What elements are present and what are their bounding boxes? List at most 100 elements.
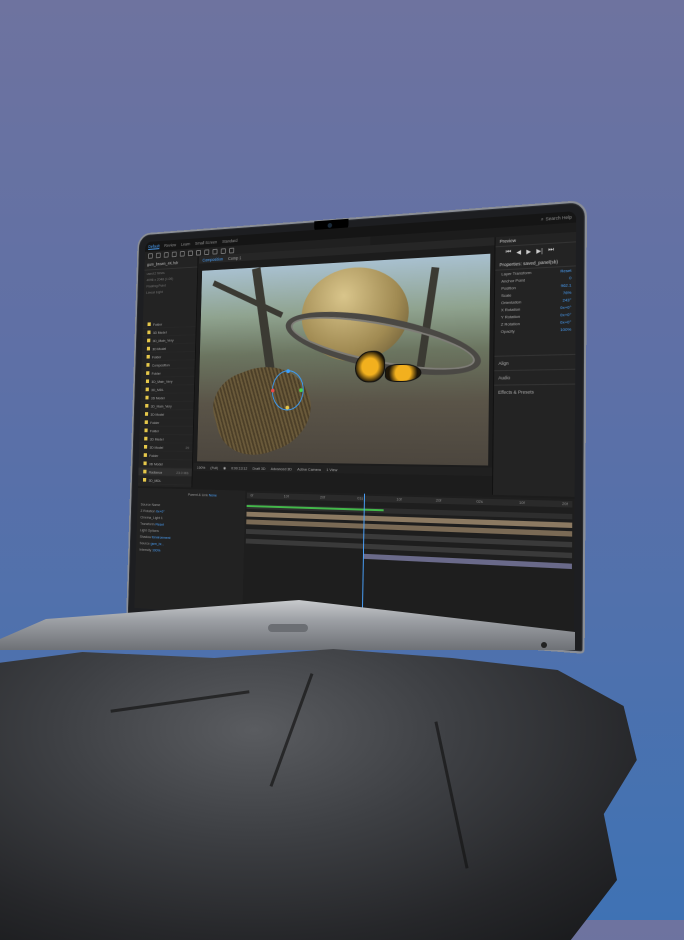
project-item-name: Composition	[152, 362, 170, 367]
brush-tool-icon[interactable]	[221, 248, 226, 254]
project-item[interactable]: Folder	[140, 418, 193, 426]
home-icon[interactable]	[148, 253, 153, 259]
zoom-level[interactable]: 100%	[197, 465, 206, 470]
search-help[interactable]: ⌕ Search Help	[541, 214, 572, 221]
rock-pedestal	[0, 640, 650, 940]
item-color-icon	[144, 453, 147, 457]
ruler-tick-label: 20f	[562, 501, 568, 508]
renderer-select[interactable]: Advanced 3D	[271, 466, 292, 471]
zoom-tool-icon[interactable]	[172, 251, 177, 257]
first-frame-icon[interactable]: ⏮	[506, 249, 512, 256]
text-tool-icon[interactable]	[212, 248, 217, 254]
vase-3d-model[interactable]	[206, 352, 320, 465]
webcam-icon	[328, 223, 333, 228]
project-item-name: 3D_Main_Very	[151, 379, 172, 384]
timeline-property-value[interactable]: Environment	[152, 535, 170, 540]
properties-panel: Preview ⏮ ◀ ▶ ▶| ⏭ Properties: saved_pan…	[492, 232, 576, 497]
selection-tool-icon[interactable]	[156, 252, 161, 258]
item-color-icon	[146, 379, 149, 383]
item-color-icon	[144, 429, 147, 433]
effects-presets-section[interactable]: Effects & Presets	[494, 384, 575, 400]
property-list: Anchor Point0Position962.1Scale76%Orient…	[495, 274, 576, 335]
project-item-size: 29	[185, 445, 189, 450]
item-color-icon	[145, 412, 148, 416]
butterfly-wing	[385, 364, 422, 383]
views-select[interactable]: 1 View	[326, 467, 337, 472]
puppet-tool-icon[interactable]	[229, 247, 234, 253]
rectangle-tool-icon[interactable]	[196, 249, 201, 255]
play-icon[interactable]: ▶	[526, 248, 531, 255]
pan-tool-icon[interactable]	[188, 250, 193, 256]
app-window: Default Review Learn Small Screen Standa…	[134, 211, 576, 640]
workspace-tab-review[interactable]: Review	[164, 243, 176, 248]
property-name: Scale	[501, 292, 511, 298]
ruler-tick-label: 01s	[357, 495, 363, 501]
property-name: Position	[501, 285, 516, 291]
orbit-tool-icon[interactable]	[180, 251, 185, 257]
property-value[interactable]: 0x+0°	[560, 304, 571, 310]
property-name: Y Rotation	[501, 314, 520, 320]
property-name: X Rotation	[501, 306, 520, 312]
property-value[interactable]: 0	[569, 275, 571, 280]
property-value[interactable]: 962.1	[561, 282, 572, 288]
align-section[interactable]: Align	[494, 354, 575, 370]
camera-select[interactable]: Active Camera	[297, 466, 321, 471]
playhead[interactable]	[362, 494, 365, 625]
timeline-property-name: Intensity	[139, 547, 151, 552]
draft-3d-toggle[interactable]: Draft 3D	[252, 465, 265, 470]
workspace-tab-small-screen[interactable]: Small Screen	[195, 240, 217, 246]
workspace-tab-standard[interactable]: Standard	[222, 238, 237, 244]
gizmo-handle[interactable]	[299, 388, 303, 392]
rock-crack	[270, 673, 314, 787]
snapshot-icon[interactable]: ◉	[223, 465, 226, 470]
ruler-tick-label: 10f	[284, 494, 289, 500]
project-item-list: Folder3D Model3D_Main_Very3D ModelFolder…	[138, 319, 196, 486]
property-value[interactable]: 76%	[563, 290, 572, 296]
tab-composition[interactable]: Composition	[202, 256, 223, 262]
item-color-icon	[144, 445, 147, 449]
property-value[interactable]: 0x+0°	[560, 312, 571, 318]
item-color-icon	[144, 437, 147, 441]
workspace-tab-default[interactable]: Default	[148, 243, 159, 249]
property-value[interactable]: 243°	[562, 297, 571, 303]
search-help-label[interactable]: Search Help	[546, 214, 572, 221]
timeline-property-value[interactable]: 0x+0°	[156, 509, 165, 514]
project-item[interactable]: 3D Model	[140, 410, 193, 418]
parent-select[interactable]: None	[209, 493, 217, 498]
property-value[interactable]: 0x+0°	[560, 319, 571, 325]
timeline-property-value[interactable]: Reset	[155, 522, 164, 527]
hand-tool-icon[interactable]	[164, 252, 169, 258]
item-color-icon	[143, 470, 146, 474]
item-color-icon	[147, 355, 150, 359]
timeline-property-value[interactable]: gum_br...	[151, 541, 165, 546]
reset-button[interactable]: Reset	[560, 268, 571, 274]
project-item-name: Radiance	[149, 469, 163, 474]
project-item[interactable]: Folder	[140, 427, 193, 435]
project-item[interactable]: 3D_Main_Very	[140, 402, 193, 411]
audio-section[interactable]: Audio	[494, 369, 575, 385]
ruler-tick-label: 0f	[250, 493, 253, 499]
resolution-select[interactable]: (Full)	[210, 465, 218, 470]
project-item-name: 3D Model	[149, 461, 163, 466]
workspace-tab-learn[interactable]: Learn	[181, 242, 190, 247]
gizmo-handle[interactable]	[286, 406, 290, 410]
project-item-name: 3D Model	[152, 346, 166, 351]
property-value[interactable]: 100%	[560, 327, 571, 333]
tab-comp-1[interactable]: Comp 1	[228, 255, 241, 260]
pen-tool-icon[interactable]	[204, 249, 209, 255]
current-timecode[interactable]: 0:00:13:12	[231, 465, 247, 470]
parent-link-label: Parent & Link None	[185, 491, 221, 499]
butterfly-model[interactable]	[355, 349, 422, 396]
timeline-property-value[interactable]: 100%	[152, 548, 160, 553]
gizmo-handle[interactable]	[286, 369, 290, 373]
property-row[interactable]: Opacity100%	[495, 325, 576, 335]
prev-frame-icon[interactable]: ◀	[516, 249, 521, 256]
project-item-name: Folder	[152, 371, 161, 376]
next-frame-icon[interactable]: ▶|	[536, 247, 543, 255]
laptop-hinge	[268, 624, 308, 632]
last-frame-icon[interactable]: ⏭	[548, 247, 554, 255]
composition-viewer[interactable]	[197, 254, 490, 466]
gizmo-handle[interactable]	[271, 389, 275, 393]
search-icon[interactable]: ⌕	[541, 216, 544, 221]
project-item[interactable]: 3D_MDL	[138, 476, 192, 486]
